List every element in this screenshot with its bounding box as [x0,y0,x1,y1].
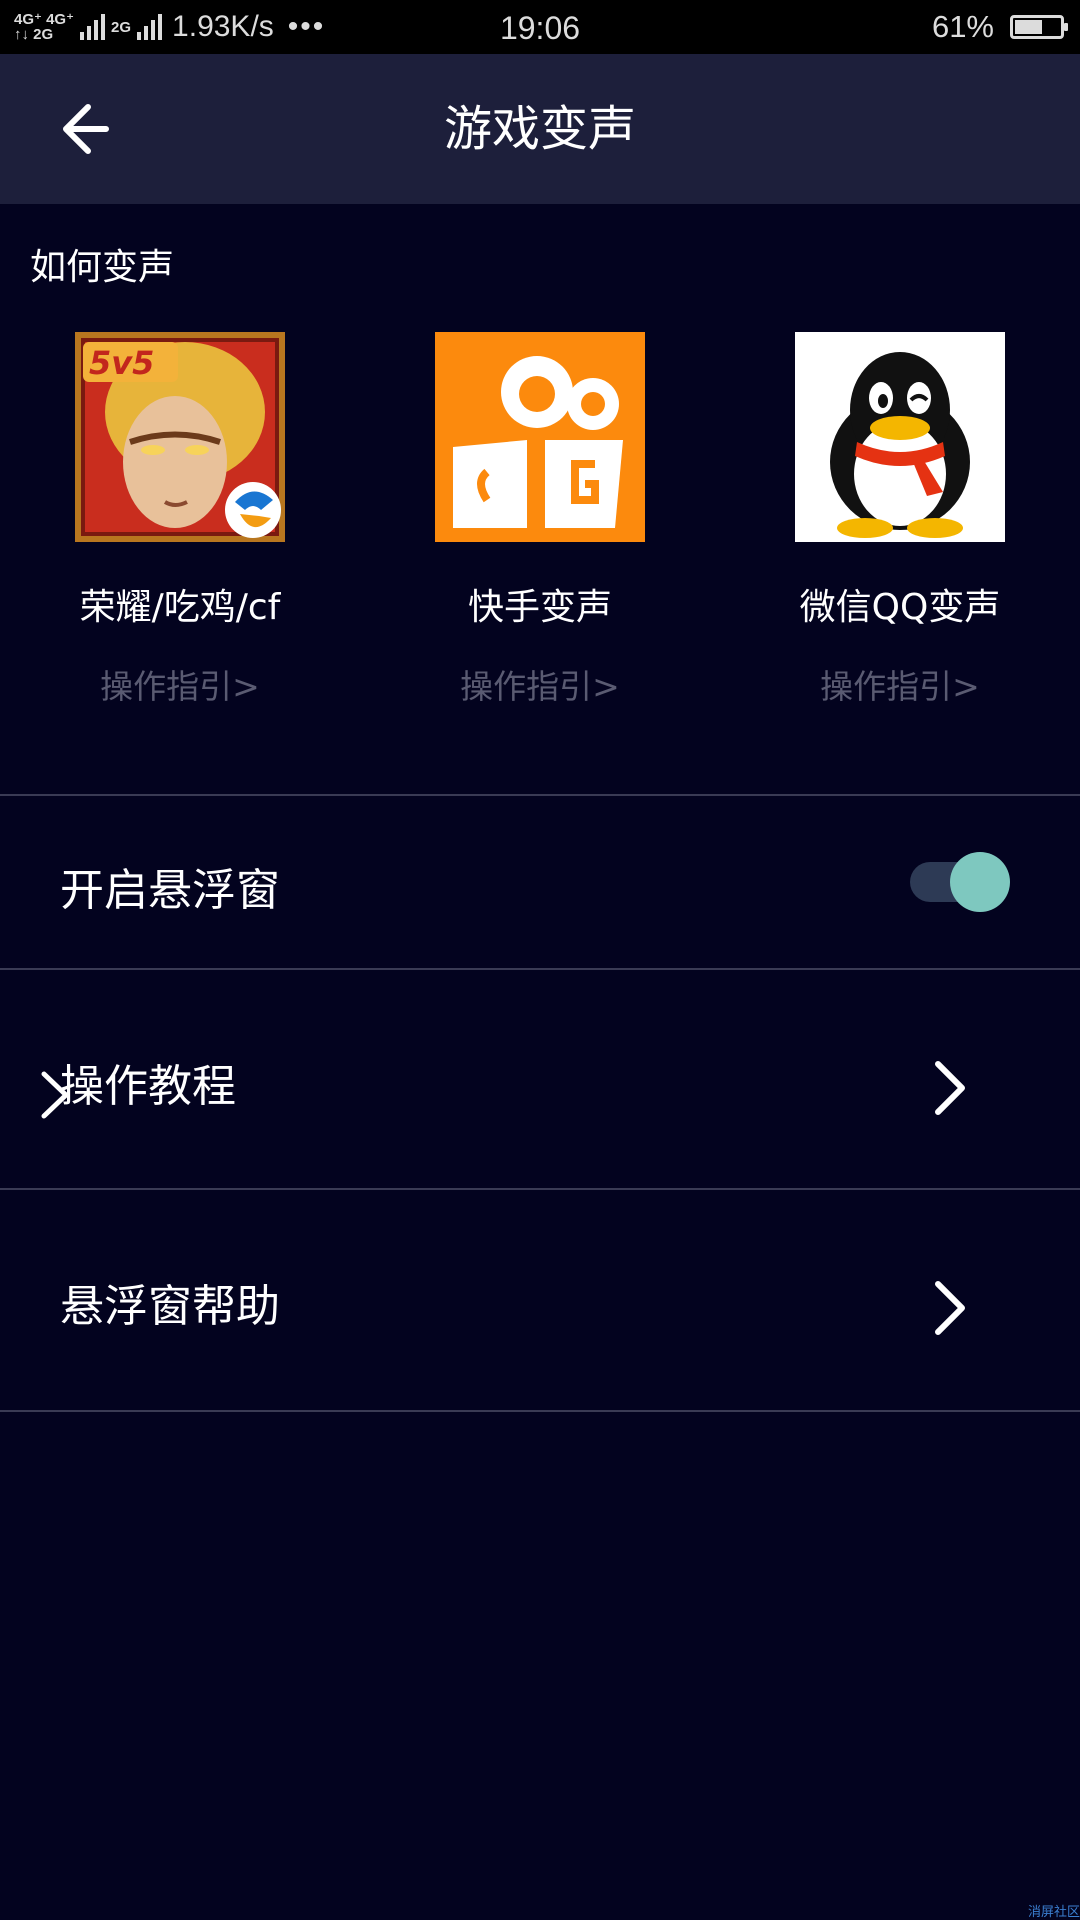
watermark: 消屏社区 [1027,1905,1080,1920]
status-right: 61% [931,0,1068,54]
floating-window-toggle[interactable] [910,852,1010,912]
divider [0,1410,1080,1412]
floating-window-label: 开启悬浮窗 [60,865,280,916]
floating-help-row[interactable]: 悬浮窗帮助 [0,1190,1080,1410]
qq-penguin-icon [795,332,1005,542]
operation-guide-link[interactable]: 操作指引> [20,660,340,708]
status-bar: 4G⁺ 4G⁺ ↑↓ 2G 2G 1.93K/s ••• 19:06 61% [0,0,1080,54]
battery-fill [1015,20,1042,34]
chevron-right-icon [935,1061,965,1115]
battery-percent: 61% [931,9,994,44]
app-header: 游戏变声 [0,54,1080,204]
tutorial-label: 操作教程 [60,1061,236,1112]
kuaishou-icon [435,332,645,542]
operation-guide-link[interactable]: 操作指引> [380,660,700,708]
operation-guide-link[interactable]: 操作指引> [740,660,1060,708]
app-name: 快手变声 [467,587,612,628]
section-title: 如何变声 [30,247,175,288]
chevron-right-icon [935,1281,965,1335]
toggle-knob [950,852,1010,912]
battery-icon [1010,15,1068,39]
svg-text:5v5: 5v5 [89,344,154,382]
app-list: 5v5 荣耀/吃鸡/cf 操作指引> 快手变声 操作指引> 微信QQ变声 操作指… [0,330,1080,710]
status-time: 19:06 [499,10,581,46]
floating-help-label: 悬浮窗帮助 [60,1281,280,1332]
king-of-glory-icon: 5v5 [75,332,285,542]
page-title: 游戏变声 [443,101,636,157]
chevron-right-icon [41,1071,69,1119]
app-name: 微信QQ变声 [799,587,1001,628]
app-name: 荣耀/吃鸡/cf [79,587,281,628]
tutorial-row[interactable]: 操作教程 [0,970,1080,1188]
